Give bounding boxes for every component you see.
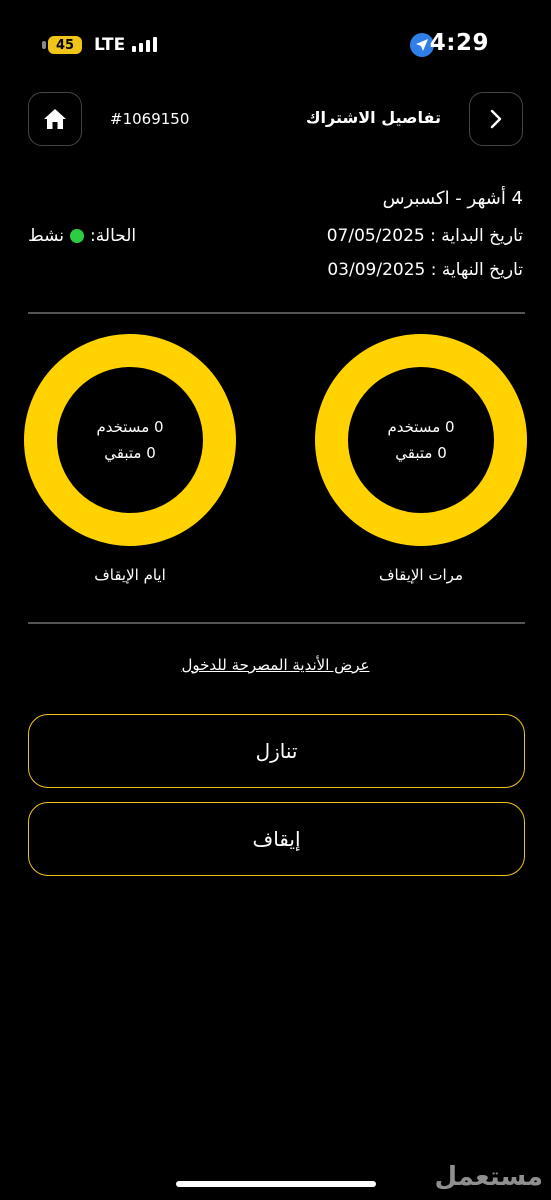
- divider: [28, 622, 525, 624]
- home-button[interactable]: [28, 92, 82, 146]
- freeze-count-remaining: 0 متبقي: [395, 444, 447, 462]
- status-value: نشط: [28, 226, 65, 246]
- divider: [28, 312, 525, 314]
- battery-tip: [42, 41, 46, 49]
- freeze-count-ring: 0 مستخدم 0 متبقي: [315, 334, 527, 546]
- start-date: تاريخ البداية : 07/05/2025: [326, 226, 523, 246]
- end-date: تاريخ النهاية : 03/09/2025: [327, 260, 523, 280]
- freeze-days-label: ايام الإيقاف: [94, 566, 166, 584]
- plan-name: 4 أشهر - اكسبرس: [382, 188, 523, 209]
- freeze-count-used: 0 مستخدم: [387, 418, 455, 436]
- freeze-button[interactable]: إيقاف: [28, 802, 525, 876]
- network-type: LTE: [94, 35, 126, 55]
- freeze-days-remaining: 0 متبقي: [104, 444, 156, 462]
- page-title: تفاصيل الاشتراك: [305, 108, 441, 127]
- allowed-clubs-link[interactable]: عرض الأندية المصرحة للدخول: [0, 656, 551, 674]
- subscription-id: #1069150: [110, 110, 190, 128]
- freeze-days-used: 0 مستخدم: [96, 418, 164, 436]
- back-button[interactable]: [469, 92, 523, 146]
- battery-level: 45: [55, 37, 75, 53]
- status-label: الحالة:: [90, 226, 137, 246]
- chevron-right-icon: [490, 109, 502, 129]
- transfer-button[interactable]: تنازل: [28, 714, 525, 788]
- battery-indicator: 45: [48, 36, 82, 54]
- signal-icon: [132, 36, 157, 52]
- home-indicator[interactable]: [176, 1181, 376, 1187]
- freeze-count-label: مرات الإيقاف: [379, 566, 463, 584]
- home-icon: [44, 109, 66, 129]
- freeze-days-ring: 0 مستخدم 0 متبقي: [24, 334, 236, 546]
- status-badge: الحالة: نشط: [28, 226, 136, 246]
- status-time: 4:29: [429, 30, 489, 56]
- watermark-logo: مستعمل: [434, 1162, 543, 1192]
- status-dot-icon: [70, 229, 85, 243]
